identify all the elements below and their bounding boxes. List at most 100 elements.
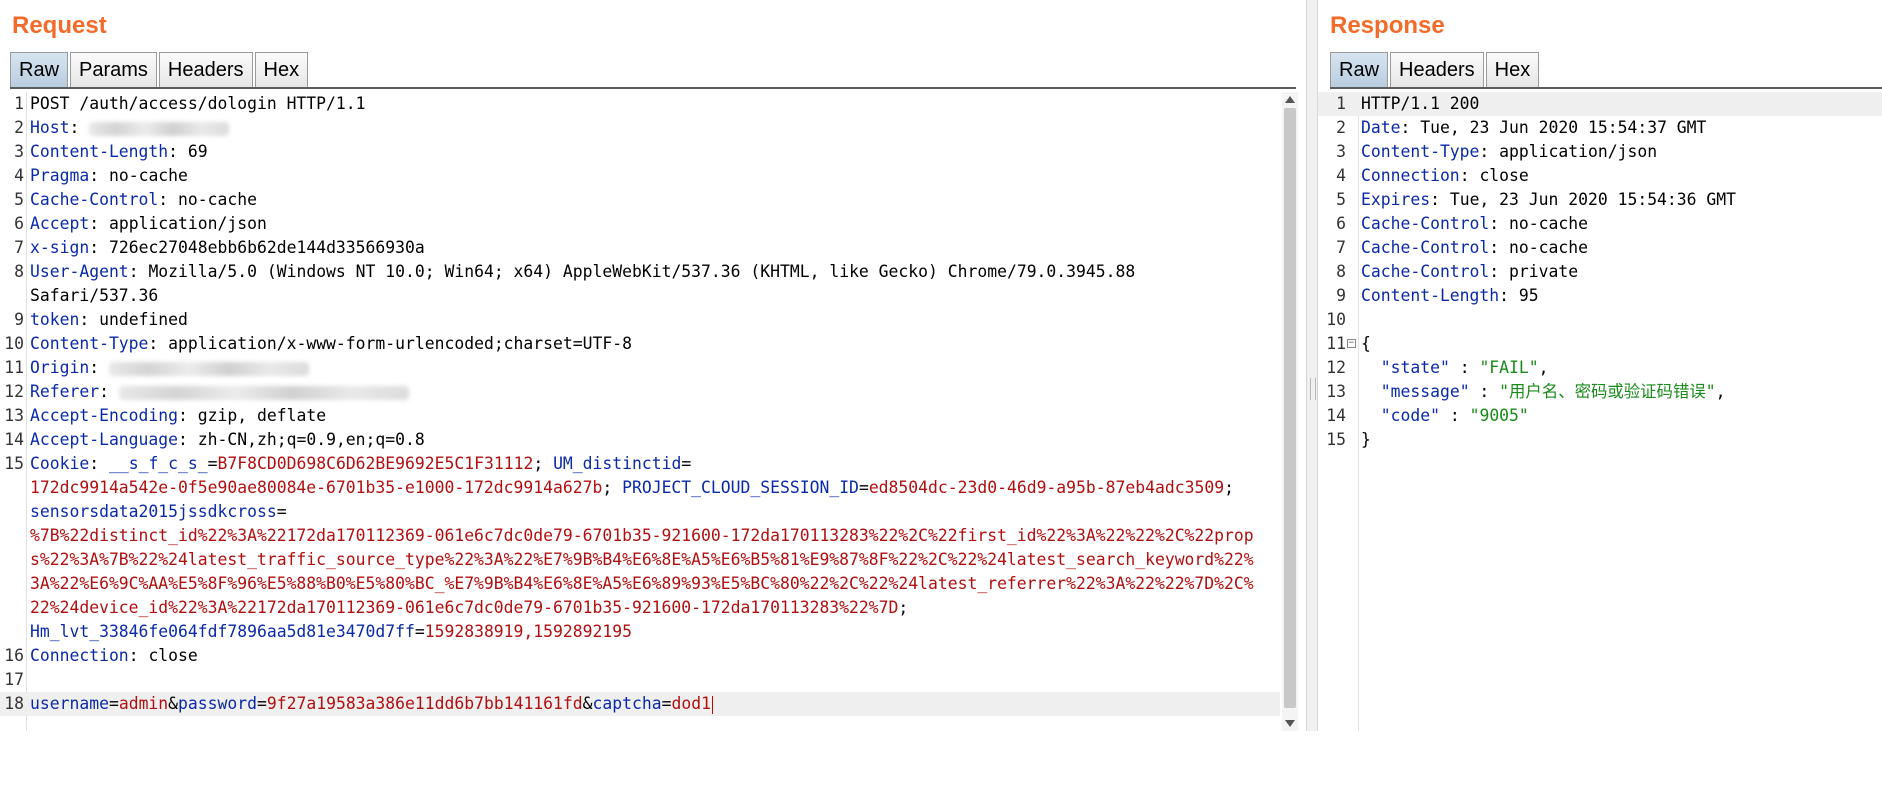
scroll-down-icon[interactable] xyxy=(1285,720,1295,727)
line-number: 17 xyxy=(4,670,24,689)
request-tab-params[interactable]: Params xyxy=(70,52,157,87)
header-value: gzip, deflate xyxy=(197,406,327,425)
header-name: Accept-Language xyxy=(30,430,179,449)
request-line-blank: 17 xyxy=(0,668,1280,692)
redacted-value xyxy=(89,121,230,136)
header-value: application/json xyxy=(108,214,267,233)
request-line: 5 Cache-Control: no-cache xyxy=(0,188,1280,212)
response-tabs: Raw Headers Hex xyxy=(1330,52,1541,87)
header-name: User-Agent xyxy=(30,262,129,281)
scrollbar-thumb[interactable] xyxy=(1284,108,1296,708)
header-name: Cache-Control xyxy=(30,190,159,209)
header-value: no-cache xyxy=(108,166,188,185)
request-line: 8 User-Agent: Mozilla/5.0 (Windows NT 10… xyxy=(0,260,1280,284)
header-value: 69 xyxy=(187,142,208,161)
header-value: close xyxy=(148,646,198,665)
response-tab-headers[interactable]: Headers xyxy=(1390,52,1484,87)
line-number: 16 xyxy=(4,646,24,665)
response-editor[interactable]: 1 HTTP/1.1 200 2 Date: Tue, 23 Jun 2020 … xyxy=(1318,92,1882,731)
request-line: 16 Connection: close xyxy=(0,644,1280,668)
header-name: Pragma xyxy=(30,166,90,185)
line-number: 3 xyxy=(14,142,24,161)
header-name: Connection xyxy=(1361,166,1460,185)
response-line: 9 Content-Length: 95 xyxy=(1318,284,1882,308)
json-brace: } xyxy=(1361,430,1371,449)
cookie-value: 22%24device_id%22%3A%22172da170112369-06… xyxy=(30,598,899,617)
line-number: 18 xyxy=(4,694,24,713)
header-name: token xyxy=(30,310,80,329)
header-value: application/json xyxy=(1499,142,1658,161)
request-line: 12 Referer: xyxy=(0,380,1280,404)
request-tab-hex[interactable]: Hex xyxy=(254,52,309,87)
request-line: 10 Content-Type: application/x-www-form-… xyxy=(0,332,1280,356)
cookie-value: B7F8CD0D698C6D62BE9692E5C1F31112 xyxy=(217,454,534,473)
line-number: 10 xyxy=(1326,310,1346,329)
request-line-continuation: 22%24device_id%22%3A%22172da170112369-06… xyxy=(30,598,909,617)
response-json-line: 14 "code" : "9005" xyxy=(1318,404,1882,428)
param-value: dod1 xyxy=(671,694,711,713)
collapse-icon[interactable]: − xyxy=(1347,339,1356,348)
response-tab-hex[interactable]: Hex xyxy=(1485,52,1540,87)
line-number: 7 xyxy=(1336,238,1346,257)
header-value: private xyxy=(1509,262,1579,281)
response-line: 8 Cache-Control: private xyxy=(1318,260,1882,284)
response-line: 3 Content-Type: application/json xyxy=(1318,140,1882,164)
request-line: 2 Host: xyxy=(0,116,1280,140)
header-value: Mozilla/5.0 (Windows NT 10.0; Win64; x64… xyxy=(148,262,1136,281)
header-value: no-cache xyxy=(1509,238,1588,257)
header-value: Tue, 23 Jun 2020 15:54:37 GMT xyxy=(1420,118,1707,137)
cookie-value: s%22%3A%7B%22%24latest_traffic_source_ty… xyxy=(30,550,1254,569)
scroll-up-icon[interactable] xyxy=(1285,96,1295,103)
line-number: 5 xyxy=(14,190,24,209)
header-value: no-cache xyxy=(1509,214,1588,233)
request-line: 6 Accept: application/json xyxy=(0,212,1280,236)
request-tab-raw[interactable]: Raw xyxy=(10,52,69,87)
header-name: Content-Type xyxy=(1361,142,1480,161)
request-line: 11 Origin: xyxy=(0,356,1280,380)
request-line-cookie: 15 Cookie: __s_f_c_s_=B7F8CD0D698C6D62BE… xyxy=(0,452,1280,476)
line-number: 2 xyxy=(1336,118,1346,137)
response-line: 1 HTTP/1.1 200 xyxy=(1318,92,1882,116)
request-editor[interactable]: 1 POST /auth/access/dologin HTTP/1.1 2 H… xyxy=(0,92,1280,731)
request-scrollbar[interactable] xyxy=(1282,92,1298,731)
header-name: Origin xyxy=(30,358,90,377)
request-tab-divider xyxy=(10,87,1296,89)
line-number: 8 xyxy=(1336,262,1346,281)
split-pane-divider[interactable] xyxy=(1306,0,1318,731)
request-tab-headers[interactable]: Headers xyxy=(158,52,253,87)
line-number: 13 xyxy=(4,406,24,425)
line-number: 13 xyxy=(1326,382,1346,401)
line-number: 6 xyxy=(1336,214,1346,233)
json-value: "9005" xyxy=(1469,406,1529,425)
status-line: HTTP/1.1 200 xyxy=(1361,94,1480,113)
json-key: "state" xyxy=(1380,358,1450,377)
response-line: 7 Cache-Control: no-cache xyxy=(1318,236,1882,260)
header-name: Content-Type xyxy=(30,334,149,353)
header-name: Connection xyxy=(30,646,129,665)
drag-handle-icon[interactable] xyxy=(1310,378,1316,400)
header-value: Tue, 23 Jun 2020 15:54:36 GMT xyxy=(1449,190,1736,209)
header-name: Host xyxy=(30,118,70,137)
line-number: 9 xyxy=(1336,286,1346,305)
header-value: application/x-www-form-urlencoded;charse… xyxy=(168,334,632,353)
cookie-value: 172dc9914a542e-0f5e90ae80084e-6701b35-e1… xyxy=(30,478,603,497)
line-number: 12 xyxy=(1326,358,1346,377)
request-line-continuation: Hm_lvt_33846fe064fdf7896aa5d81e3470d7ff=… xyxy=(30,622,632,641)
header-value: close xyxy=(1479,166,1529,185)
header-name: Cache-Control xyxy=(1361,238,1490,257)
response-tab-raw[interactable]: Raw xyxy=(1330,52,1389,87)
line-number: 1 xyxy=(1336,94,1346,113)
line-number: 12 xyxy=(4,382,24,401)
cookie-name: sensorsdata2015jssdkcross xyxy=(30,502,277,521)
line-number: 14 xyxy=(4,430,24,449)
cookie-name: PROJECT_CLOUD_SESSION_ID xyxy=(622,478,859,497)
header-value: 95 xyxy=(1518,286,1539,305)
header-value: no-cache xyxy=(178,190,257,209)
line-number: 10 xyxy=(4,334,24,353)
line-number: 7 xyxy=(14,238,24,257)
cookie-name: __s_f_c_s_ xyxy=(108,454,208,473)
header-name: Date xyxy=(1361,118,1401,137)
response-json-open: 11 − { xyxy=(1318,332,1882,356)
line-number: 9 xyxy=(14,310,24,329)
request-body-line[interactable]: 18 username=admin&password=9f27a19583a38… xyxy=(0,692,1280,716)
